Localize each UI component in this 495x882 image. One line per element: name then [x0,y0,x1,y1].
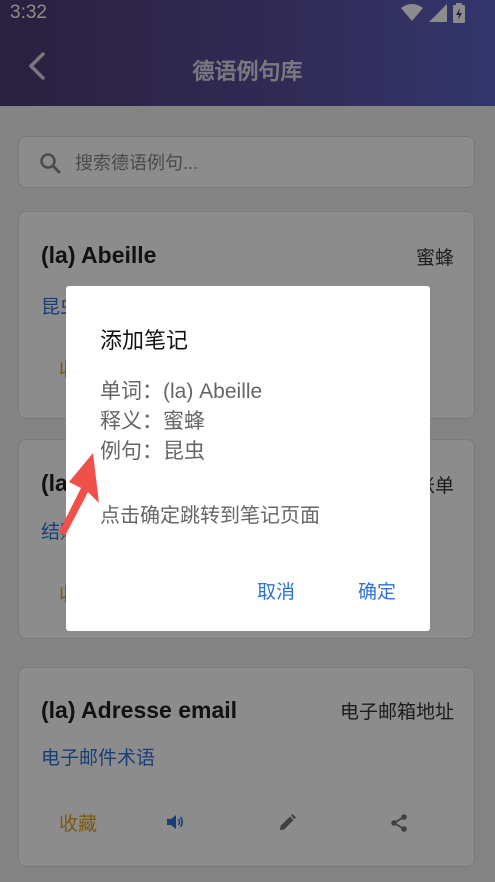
dialog-meaning-line: 释义：蜜蜂 [100,410,205,433]
dialog-hint: 点击确定跳转到笔记页面 [100,505,320,527]
add-note-dialog: 添加笔记 单词：(la) Abeille 释义：蜜蜂 例句：昆虫 点击确定跳转到… [66,286,430,631]
dialog-word-line: 单词：(la) Abeille [100,380,263,403]
confirm-button[interactable]: 确定 [358,577,396,604]
dialog-example-line: 例句：昆虫 [100,440,205,463]
pointer-arrow-icon [59,453,99,536]
dialog-title: 添加笔记 [100,328,189,353]
cancel-button[interactable]: 取消 [257,577,295,604]
